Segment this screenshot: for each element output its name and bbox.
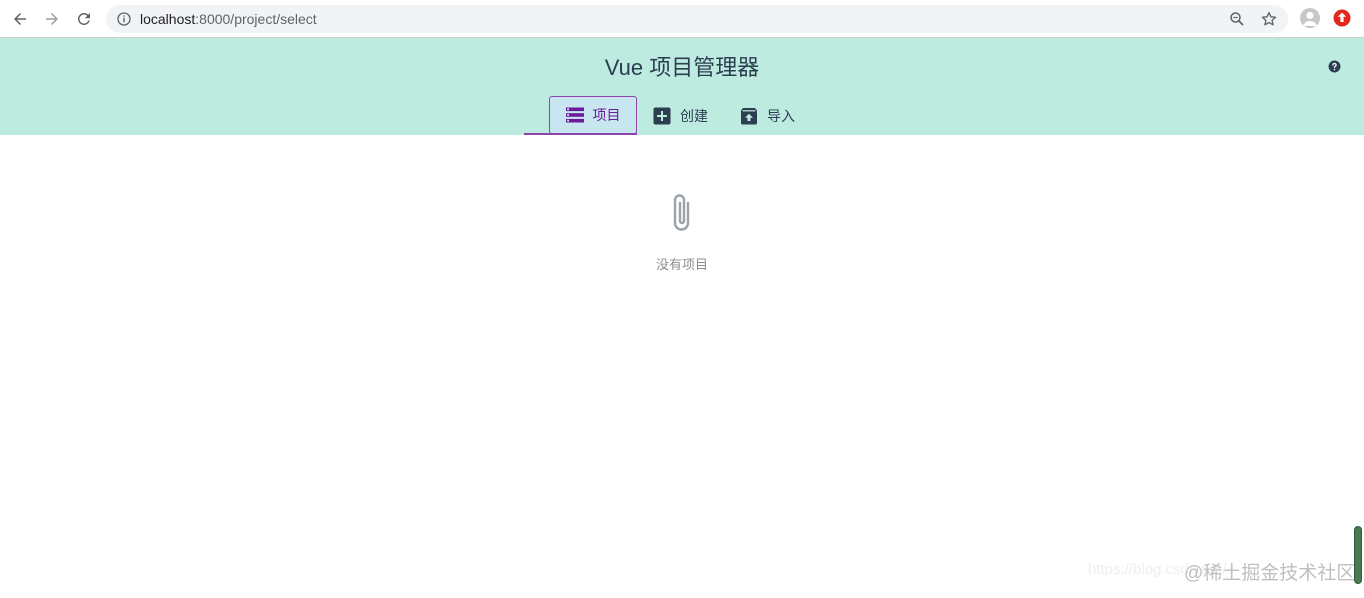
tab-import-label: 导入 xyxy=(767,107,795,124)
arrow-left-icon xyxy=(14,13,26,25)
url-host: localhost xyxy=(140,11,196,27)
reload-icon xyxy=(77,12,90,25)
address-bar[interactable]: localhost:8000/project/select xyxy=(106,5,1288,33)
empty-message: 没有项目 xyxy=(655,257,708,272)
info-icon[interactable] xyxy=(116,11,132,27)
scrollbar-thumb[interactable] xyxy=(1354,526,1362,584)
tab-create-label: 创建 xyxy=(680,107,708,124)
app-header: Vue 项目管理器 项目 创建 导入 xyxy=(0,38,1364,135)
page-title: Vue 项目管理器 xyxy=(604,55,760,80)
unarchive-icon xyxy=(741,107,757,124)
watermark: https://blog.csdn.net/ @稀土掘金技术社区 xyxy=(1088,560,1355,584)
browser-toolbar: localhost:8000/project/select xyxy=(0,0,1364,38)
url-text[interactable]: localhost:8000/project/select xyxy=(140,11,317,27)
extension-icon[interactable] xyxy=(1333,9,1351,27)
avatar-icon[interactable] xyxy=(1300,8,1320,28)
star-icon[interactable] xyxy=(1260,10,1278,28)
tab-projects-label: 项目 xyxy=(592,107,621,123)
paperclip-icon xyxy=(673,194,690,231)
empty-state: 没有项目 xyxy=(0,190,1364,274)
back-button[interactable] xyxy=(8,7,32,31)
list-icon xyxy=(565,107,584,123)
tab-projects[interactable]: 项目 xyxy=(549,96,637,134)
reload-button[interactable] xyxy=(72,7,96,31)
tab-import[interactable]: 导入 xyxy=(740,96,810,135)
forward-button[interactable] xyxy=(40,7,64,31)
url-path: :8000/project/select xyxy=(195,11,317,27)
help-icon[interactable] xyxy=(1328,60,1341,73)
add-box-icon xyxy=(653,107,671,124)
watermark-brand: @稀土掘金技术社区 xyxy=(1184,563,1356,584)
tab-create[interactable]: 创建 xyxy=(653,96,723,135)
zoom-icon[interactable] xyxy=(1228,10,1246,28)
arrow-right-icon xyxy=(46,13,58,25)
